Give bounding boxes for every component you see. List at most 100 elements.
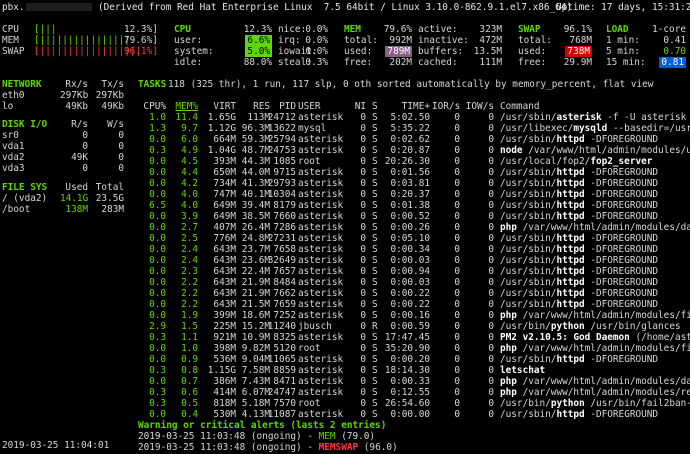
- process-iow: 0: [488, 189, 494, 200]
- process-command: /usr/bin/python /usr/bin/fail2ban-se: [500, 398, 690, 409]
- process-ior: 0: [454, 266, 460, 277]
- process-res: 23.6M: [241, 255, 270, 266]
- process-ior: 0: [454, 288, 460, 299]
- process-s: S: [372, 299, 378, 310]
- process-s: S: [372, 134, 378, 145]
- process-pid: 7252: [273, 310, 296, 321]
- process-pid: 8471: [273, 376, 296, 387]
- process-pid: 5120: [273, 343, 296, 354]
- process-time: 0:00.03: [390, 255, 430, 266]
- process-time: 0:00.26: [390, 222, 430, 233]
- process-command: /usr/sbin/httpd -DFOREGROUND: [500, 354, 659, 365]
- process-pid: 11065: [267, 354, 296, 365]
- process-ior: 0: [454, 156, 460, 167]
- process-command: /usr/sbin/httpd -DFOREGROUND: [500, 178, 659, 189]
- process-iow: 0: [488, 112, 494, 123]
- process-time: 26:54.60: [384, 398, 430, 409]
- process-time: 5:02.50: [390, 112, 430, 123]
- process-user: asterisk: [298, 189, 344, 200]
- process-time: 0:00.52: [390, 211, 430, 222]
- process-cpu: 1.3: [149, 123, 166, 134]
- process-command: /usr/sbin/httpd -DFOREGROUND: [500, 244, 659, 255]
- column-header: NI: [354, 101, 366, 112]
- column-header: RES: [253, 101, 270, 112]
- process-cpu: 0.3: [149, 332, 166, 343]
- process-command: /usr/local/fop2/fop2_server: [500, 156, 653, 167]
- process-pid: 7570: [273, 398, 296, 409]
- process-s: S: [372, 354, 378, 365]
- process-pid: 29793: [267, 178, 296, 189]
- process-cpu: 0.0: [149, 244, 166, 255]
- process-command: /usr/sbin/asterisk -f -U asterisk -G: [500, 112, 687, 123]
- process-ni: 0: [360, 167, 366, 178]
- process-time: 0:00.20: [390, 354, 430, 365]
- process-virt: 1.12G: [207, 123, 236, 134]
- process-time: 0:00.22: [390, 288, 430, 299]
- process-ni: 0: [360, 398, 366, 409]
- process-s: R: [372, 321, 378, 332]
- process-ior: 0: [454, 299, 460, 310]
- process-ni: 0: [360, 321, 366, 332]
- process-res: 59.3M: [241, 134, 270, 145]
- process-command: /usr/sbin/httpd -DFOREGROUND: [500, 233, 659, 244]
- process-ni: 0: [360, 222, 366, 233]
- process-s: S: [372, 156, 378, 167]
- process-virt: 747M: [213, 189, 236, 200]
- process-res: 7.58M: [241, 365, 270, 376]
- process-pid: 27231: [267, 233, 296, 244]
- process-user: asterisk: [298, 266, 344, 277]
- process-pid: 7657: [273, 266, 296, 277]
- process-res: 22.4M: [241, 266, 270, 277]
- process-mem: 1.0: [181, 343, 198, 354]
- process-mem: 4.2: [181, 178, 198, 189]
- process-command: /usr/bin/python /usr/bin/glances: [500, 321, 681, 332]
- process-command: /usr/sbin/httpd -DFOREGROUND: [500, 255, 659, 266]
- process-virt: 414M: [213, 387, 236, 398]
- process-user: asterisk: [298, 376, 344, 387]
- process-mem: 0.7: [181, 376, 198, 387]
- process-pid: 10304: [267, 189, 296, 200]
- process-pid: 7658: [273, 244, 296, 255]
- process-s: S: [372, 112, 378, 123]
- process-time: 0:00.34: [390, 244, 430, 255]
- process-ni: 0: [360, 310, 366, 321]
- process-table: CPU% MEM% VIRT RES PID USER NI S TIME+ IOR/s IOW/s…: [0, 0, 690, 454]
- process-user: asterisk: [298, 277, 344, 288]
- process-cpu: 0.3: [149, 387, 166, 398]
- process-mem: 0.9: [181, 354, 198, 365]
- process-user: asterisk: [298, 387, 344, 398]
- process-command: PM2 v2.10.5: God Daemon (/home/aster: [500, 332, 690, 343]
- process-user: asterisk: [298, 200, 344, 211]
- process-s: S: [372, 178, 378, 189]
- process-ni: 0: [360, 200, 366, 211]
- column-header: S: [372, 101, 378, 112]
- process-pid: 11087: [267, 409, 296, 420]
- process-iow: 0: [488, 156, 494, 167]
- process-res: 7.43M: [241, 376, 270, 387]
- process-cpu: 0.0: [149, 167, 166, 178]
- process-iow: 0: [488, 167, 494, 178]
- process-ni: 0: [360, 354, 366, 365]
- process-time: 20:26.30: [384, 156, 430, 167]
- process-s: S: [372, 266, 378, 277]
- process-time: 0:12.55: [390, 387, 430, 398]
- process-time: 0:01.38: [390, 200, 430, 211]
- process-iow: 0: [488, 409, 494, 420]
- process-time: 0:02.62: [390, 134, 430, 145]
- process-ior: 0: [454, 189, 460, 200]
- process-virt: 643M: [213, 299, 236, 310]
- process-res: 10.9M: [241, 332, 270, 343]
- process-ni: 0: [360, 376, 366, 387]
- process-pid: 8179: [273, 200, 296, 211]
- process-command: /usr/sbin/httpd -DFOREGROUND: [500, 288, 659, 299]
- process-ior: 0: [454, 376, 460, 387]
- process-s: S: [372, 145, 378, 156]
- process-time: 0:00.22: [390, 299, 430, 310]
- process-ior: 0: [454, 200, 460, 211]
- process-res: 15.2M: [241, 321, 270, 332]
- process-pid: 24747: [267, 387, 296, 398]
- process-time: 0:00.59: [390, 321, 430, 332]
- process-virt: 649M: [213, 211, 236, 222]
- process-ior: 0: [454, 145, 460, 156]
- process-cpu: 0.3: [149, 398, 166, 409]
